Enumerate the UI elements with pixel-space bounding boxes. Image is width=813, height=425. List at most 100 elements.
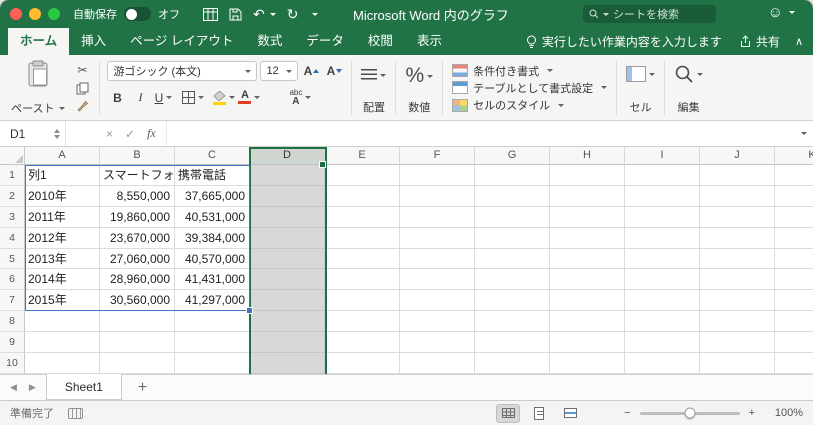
tab-view[interactable]: 表示 [405,25,454,55]
cell-I10[interactable] [625,353,700,374]
cell-B5[interactable]: 27,060,000 [100,248,175,270]
conditional-formatting-button[interactable]: 条件付き書式 [452,62,607,79]
cell-styles-button[interactable]: セルのスタイル [452,97,607,114]
cell-G4[interactable] [475,227,550,249]
cell-D3[interactable] [250,206,325,228]
row-header-8[interactable]: 8 [0,311,25,333]
cell-H4[interactable] [550,227,625,249]
cell-D6[interactable] [250,269,325,291]
search-input[interactable]: シートを検索 [583,5,716,23]
cell-J2[interactable] [700,185,775,207]
cell-B9[interactable] [100,332,175,354]
select-all-button[interactable] [0,147,25,165]
cell-H8[interactable] [550,311,625,333]
cell-D7[interactable] [250,290,325,312]
cell-G1[interactable] [475,165,550,186]
row-header-4[interactable]: 4 [0,227,25,249]
font-name-select[interactable]: 游ゴシック (本文) [107,61,258,81]
cell-G7[interactable] [475,290,550,312]
tab-formulas[interactable]: 数式 [245,25,294,55]
formula-input[interactable] [165,121,791,146]
row-header-3[interactable]: 3 [0,206,25,228]
sheet-tab-sheet1[interactable]: Sheet1 [45,374,122,400]
cell-C4[interactable]: 39,384,000 [175,227,250,249]
cell-J7[interactable] [700,290,775,312]
number-format-button[interactable]: % [405,64,434,88]
row-header-9[interactable]: 9 [0,332,25,354]
cell-I8[interactable] [625,311,700,333]
cell-E5[interactable] [325,248,400,270]
cell-D9[interactable] [250,332,325,354]
font-color-button[interactable]: A [238,88,261,107]
cell-C5[interactable]: 40,570,000 [175,248,250,270]
enter-button[interactable]: ✓ [125,127,135,141]
cell-G10[interactable] [475,353,550,374]
cell-I2[interactable] [625,185,700,207]
cell-C2[interactable]: 37,665,000 [175,185,250,207]
cell-B4[interactable]: 23,670,000 [100,227,175,249]
titlebar-more-button[interactable] [309,12,319,16]
editing-button[interactable] [674,64,704,84]
cell-G6[interactable] [475,269,550,291]
column-header-E[interactable]: E [325,147,400,165]
page-layout-view-button[interactable] [527,404,551,423]
fill-color-button[interactable] [213,88,236,107]
cell-K9[interactable] [775,332,813,354]
cell-G8[interactable] [475,311,550,333]
cell-G2[interactable] [475,185,550,207]
cell-J4[interactable] [700,227,775,249]
cell-J10[interactable] [700,353,775,374]
borders-button[interactable] [182,88,205,107]
copy-button[interactable] [72,79,92,97]
cell-A6[interactable]: 2014年 [25,269,100,291]
cell-H7[interactable] [550,290,625,312]
cell-E6[interactable] [325,269,400,291]
cell-K4[interactable] [775,228,813,249]
cancel-button[interactable]: × [106,127,113,141]
cell-C3[interactable]: 40,531,000 [175,206,250,228]
cell-B6[interactable]: 28,960,000 [100,269,175,291]
cell-J8[interactable] [700,311,775,333]
cell-A3[interactable]: 2011年 [25,206,100,228]
cell-K6[interactable] [775,269,813,291]
column-header-J[interactable]: J [700,147,775,165]
name-box[interactable]: D1 [0,121,66,146]
cell-A8[interactable] [25,311,100,333]
cell-I6[interactable] [625,269,700,291]
cell-K7[interactable] [775,290,813,312]
cell-D2[interactable] [250,185,325,207]
cell-J5[interactable] [700,248,775,270]
cell-F2[interactable] [400,185,475,207]
cell-E10[interactable] [325,353,400,374]
cell-G5[interactable] [475,248,550,270]
previous-sheet-button[interactable]: ◀ [10,382,17,393]
bold-button[interactable]: B [107,88,127,107]
cell-K1[interactable] [775,165,813,186]
sheet-switcher-button[interactable] [203,7,218,21]
cell-I3[interactable] [625,206,700,228]
cell-H6[interactable] [550,269,625,291]
cell-I5[interactable] [625,248,700,270]
cell-H9[interactable] [550,332,625,354]
undo-button[interactable]: ↶ [253,7,276,21]
zoom-level[interactable]: 100% [767,407,803,419]
cell-I1[interactable] [625,165,700,186]
cell-A1[interactable]: 列1 [25,165,100,186]
cell-F3[interactable] [400,206,475,228]
cell-E9[interactable] [325,332,400,354]
minimize-window-button[interactable] [29,8,41,20]
cell-H5[interactable] [550,248,625,270]
cell-C9[interactable] [175,332,250,354]
cell-J9[interactable] [700,332,775,354]
cell-G9[interactable] [475,332,550,354]
zoom-out-button[interactable]: − [624,407,630,419]
tab-home[interactable]: ホーム [8,25,70,55]
zoom-in-button[interactable]: + [749,407,755,419]
cell-C1[interactable]: 携帯電話 [175,165,250,186]
row-header-6[interactable]: 6 [0,269,25,291]
cell-E2[interactable] [325,185,400,207]
cell-D10[interactable] [250,353,325,374]
cell-F4[interactable] [400,227,475,249]
cell-A2[interactable]: 2010年 [25,185,100,207]
italic-button[interactable]: I [130,88,150,107]
